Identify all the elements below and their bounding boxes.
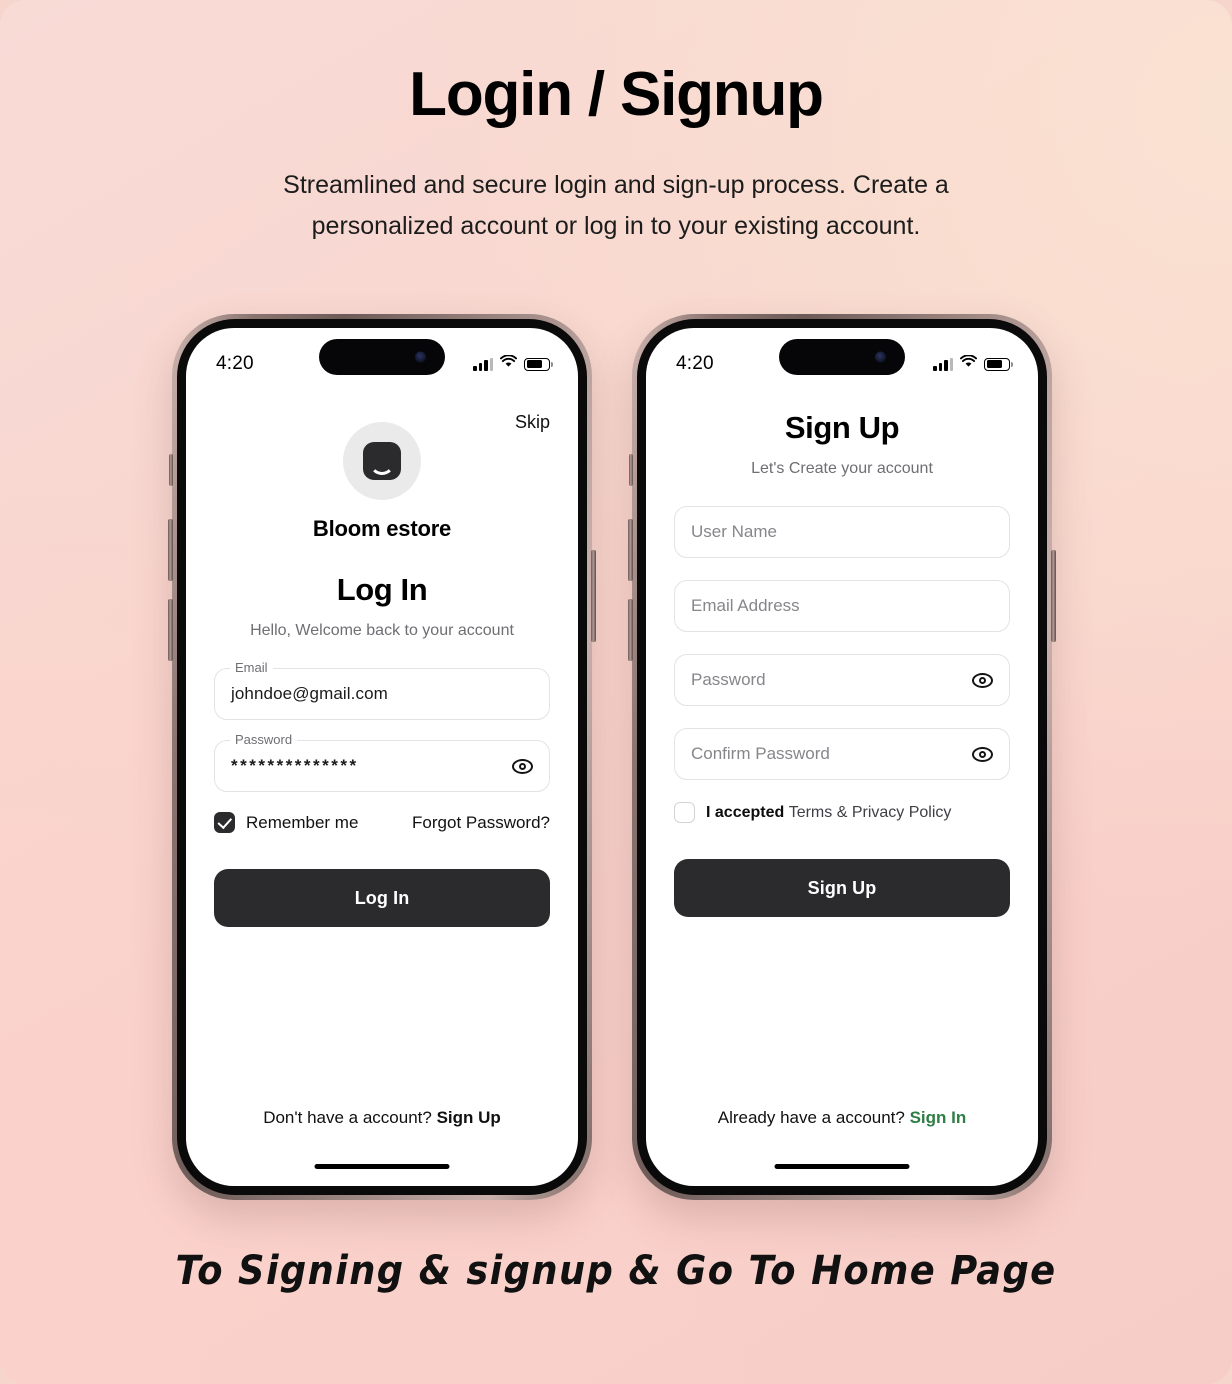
signup-title: Sign Up [784,410,900,445]
status-time: 4:20 [216,353,254,374]
eye-pupil [518,762,526,770]
terms-checkbox-row[interactable]: I accepted Terms & Privacy Policy [646,802,1038,823]
eye-icon[interactable] [511,755,533,777]
password-field[interactable]: Password [674,654,1010,706]
confirm-password-placeholder: Confirm Password [691,744,830,763]
forgot-password-link[interactable]: Forgot Password? [412,813,550,833]
power-button[interactable] [1051,550,1056,642]
login-submit-button[interactable]: Log In [214,869,550,927]
wifi-icon [499,354,518,373]
volume-down-button[interactable] [168,599,173,661]
switch-action-text[interactable]: Sign In [910,1108,967,1127]
password-placeholder: Password [691,670,766,689]
eye-pupil [978,676,986,684]
cellular-signal-icon [473,357,493,371]
status-icons [933,354,1013,373]
wifi-icon [959,354,978,373]
phone-mockup-signup: 4:20 Sign Up Let's Create your account U… [628,314,1056,1200]
front-camera-icon [415,351,426,363]
remember-me-label: Remember me [246,812,359,832]
login-subtitle: Hello, Welcome back to your account [250,622,514,639]
signup-subtitle: Let's Create your account [751,460,933,477]
login-form: Email johndoe@gmail.com Password *******… [186,660,578,792]
username-placeholder: User Name [691,522,777,541]
go-to-signup-link[interactable]: Don't have a account? Sign Up [186,1108,578,1128]
battery-icon [984,357,1013,371]
cellular-signal-icon [933,357,953,371]
dynamic-island [779,339,905,375]
status-icons [473,354,553,373]
page-title: Login / Signup [409,60,824,129]
login-title: Log In [336,572,428,607]
battery-icon [524,357,553,371]
login-options-row: Remember me Forgot Password? [186,812,578,833]
login-screen: 4:20 Skip Bloom estore Log In Hello, Wel… [186,328,578,1186]
terms-prefix: I accepted [706,803,789,821]
confirm-password-field[interactable]: Confirm Password [674,728,1010,780]
volume-up-button[interactable] [168,519,173,581]
mute-switch[interactable] [629,454,633,486]
home-indicator[interactable] [774,1164,910,1169]
front-camera-icon [875,351,886,363]
poster-background: Login / Signup Streamlined and secure lo… [0,0,1232,1384]
email-field[interactable]: Email johndoe@gmail.com [214,660,550,720]
email-field-label: Email [230,660,273,675]
home-indicator[interactable] [314,1164,450,1169]
volume-down-button[interactable] [628,599,633,661]
brand-name: Bloom estore [312,516,452,541]
phone-mockups: 4:20 Skip Bloom estore Log In Hello, Wel… [0,314,1232,1214]
footer-caption: To Signing & signup & Go To Home Page [175,1248,1057,1294]
terms-policy-link[interactable]: Terms & Privacy Policy [789,804,952,821]
email-field[interactable]: Email Address [674,580,1010,632]
signup-screen: 4:20 Sign Up Let's Create your account U… [646,328,1038,1186]
eye-outer [971,672,993,688]
power-button[interactable] [591,550,596,642]
volume-up-button[interactable] [628,519,633,581]
phone-mockup-login: 4:20 Skip Bloom estore Log In Hello, Wel… [168,314,596,1200]
switch-prompt-text: Already have a account? [717,1108,910,1127]
login-screen-body: Skip Bloom estore Log In Hello, Welcome … [186,386,578,1186]
terms-label: I accepted Terms & Privacy Policy [706,804,951,822]
remember-me-checkbox[interactable]: Remember me [214,812,358,833]
password-field[interactable]: Password ************** [214,732,550,792]
checkbox-icon-unchecked[interactable] [674,802,695,823]
switch-action-text[interactable]: Sign Up [437,1108,501,1127]
brand-logo [343,422,421,500]
switch-prompt-text: Don't have a account? [263,1108,437,1127]
eye-pupil [978,750,986,758]
skip-button[interactable]: Skip [515,412,550,433]
checkbox-icon-checked[interactable] [214,812,235,833]
poster-header: Login / Signup Streamlined and secure lo… [0,0,1232,246]
mute-switch[interactable] [169,454,173,486]
eye-outer [971,746,993,762]
signup-submit-button[interactable]: Sign Up [674,859,1010,917]
password-field-value: ************** [231,756,359,775]
eye-icon[interactable] [971,669,993,691]
eye-icon[interactable] [971,743,993,765]
shopping-bag-icon [363,442,401,480]
username-field[interactable]: User Name [674,506,1010,558]
email-placeholder: Email Address [691,596,800,615]
dynamic-island [319,339,445,375]
page-subtitle: Streamlined and secure login and sign-up… [283,171,949,240]
signup-form: User Name Email Address Password Confirm… [646,506,1038,780]
password-field-label: Password [230,732,298,747]
email-field-value: johndoe@gmail.com [231,684,388,703]
eye-outer [511,758,533,774]
go-to-login-link[interactable]: Already have a account? Sign In [646,1108,1038,1128]
status-time: 4:20 [676,353,714,374]
signup-screen-body: Sign Up Let's Create your account User N… [646,386,1038,1186]
